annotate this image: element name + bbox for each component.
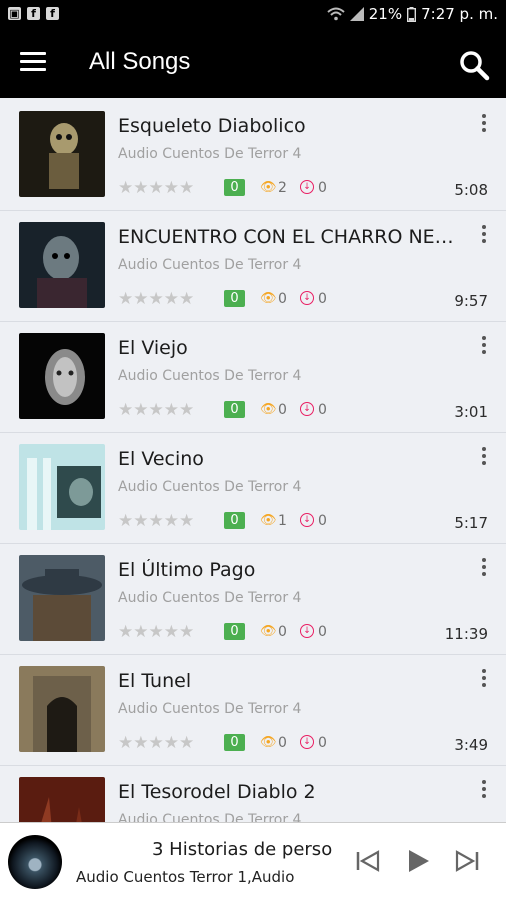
album-art-thumbnail (19, 555, 105, 641)
rating-badge: 0 (224, 512, 245, 529)
song-duration: 5:08 (454, 181, 488, 199)
rating-badge: 0 (224, 290, 245, 307)
song-title: El Tunel (118, 670, 192, 692)
rating-badge: 0 (224, 401, 245, 418)
now-playing-album: Audio Cuentos Terror 1,Audio (76, 868, 295, 886)
album-art-thumbnail (19, 777, 105, 822)
song-title: El Último Pago (118, 559, 256, 581)
rating-badge: 0 (224, 734, 245, 751)
song-album: Audio Cuentos De Terror 4 (118, 257, 302, 273)
view-count: 2 (278, 180, 287, 196)
song-row[interactable]: El Tesorodel Diablo 2 Audio Cuentos De T… (0, 766, 506, 822)
rating-badge: 0 (224, 623, 245, 640)
download-icon: ↓ (300, 402, 314, 416)
song-album: Audio Cuentos De Terror 4 (118, 701, 302, 717)
view-count: 0 (278, 624, 287, 640)
song-row[interactable]: Esqueleto Diabolico Audio Cuentos De Ter… (0, 100, 506, 211)
download-count: 0 (318, 513, 327, 529)
song-row[interactable]: El Tunel Audio Cuentos De Terror 4 ★★★★★… (0, 655, 506, 766)
download-count: 0 (318, 402, 327, 418)
song-album: Audio Cuentos De Terror 4 (118, 590, 302, 606)
album-art-thumbnail (19, 111, 105, 197)
song-row[interactable]: El Último Pago Audio Cuentos De Terror 4… (0, 544, 506, 655)
song-duration: 3:49 (454, 736, 488, 754)
status-bar: ▣ f f 21% 7:27 p. m. (0, 0, 506, 30)
more-options-icon[interactable] (482, 669, 486, 690)
star-rating[interactable]: ★★★★★ (118, 289, 194, 309)
album-art-thumbnail (19, 444, 105, 530)
download-icon: ↓ (300, 291, 314, 305)
more-options-icon[interactable] (482, 225, 486, 246)
hamburger-menu-icon[interactable] (20, 52, 46, 74)
eye-icon: 👁 (260, 180, 277, 195)
song-duration: 9:57 (454, 292, 488, 310)
battery-percent: 21% (368, 5, 403, 23)
song-row[interactable]: El Vecino Audio Cuentos De Terror 4 ★★★★… (0, 433, 506, 544)
skip-next-icon[interactable] (453, 847, 481, 875)
view-count: 0 (278, 291, 287, 307)
album-art-thumbnail (19, 333, 105, 419)
download-icon: ↓ (300, 513, 314, 527)
download-icon: ↓ (300, 624, 314, 638)
download-icon: ↓ (300, 180, 314, 194)
song-duration: 11:39 (444, 625, 488, 643)
star-rating[interactable]: ★★★★★ (118, 733, 194, 753)
song-duration: 5:17 (454, 514, 488, 532)
more-options-icon[interactable] (482, 447, 486, 468)
album-art-thumbnail (19, 666, 105, 752)
song-title: El Vecino (118, 448, 204, 470)
song-title: Esqueleto Diabolico (118, 115, 306, 137)
eye-icon: 👁 (260, 624, 277, 639)
star-rating[interactable]: ★★★★★ (118, 400, 194, 420)
eye-icon: 👁 (260, 735, 277, 750)
mini-player[interactable]: 3 Historias de perso Audio Cuentos Terro… (0, 822, 506, 901)
download-icon: ↓ (300, 735, 314, 749)
signal-icon (349, 7, 364, 21)
view-count: 0 (278, 735, 287, 751)
song-album: Audio Cuentos De Terror 4 (118, 812, 302, 822)
battery-icon (407, 6, 417, 22)
rating-badge: 0 (224, 179, 245, 196)
star-rating[interactable]: ★★★★★ (118, 622, 194, 642)
song-list[interactable]: Esqueleto Diabolico Audio Cuentos De Ter… (0, 100, 506, 822)
more-options-icon[interactable] (482, 336, 486, 357)
more-options-icon[interactable] (482, 114, 486, 135)
now-playing-art (8, 835, 62, 889)
song-row[interactable]: ENCUENTRO CON EL CHARRO NE… Audio Cuento… (0, 211, 506, 322)
play-icon[interactable] (404, 847, 432, 875)
song-title: ENCUENTRO CON EL CHARRO NE… (118, 226, 454, 248)
star-rating[interactable]: ★★★★★ (118, 178, 194, 198)
page-title: All Songs (89, 48, 191, 75)
song-row[interactable]: El Viejo Audio Cuentos De Terror 4 ★★★★★… (0, 322, 506, 433)
download-count: 0 (318, 624, 327, 640)
clock: 7:27 p. m. (421, 5, 498, 23)
view-count: 0 (278, 402, 287, 418)
song-album: Audio Cuentos De Terror 4 (118, 368, 302, 384)
album-art-thumbnail (19, 222, 105, 308)
star-rating[interactable]: ★★★★★ (118, 511, 194, 531)
song-album: Audio Cuentos De Terror 4 (118, 479, 302, 495)
song-album: Audio Cuentos De Terror 4 (118, 146, 302, 162)
eye-icon: 👁 (260, 291, 277, 306)
view-count: 1 (278, 513, 287, 529)
eye-icon: 👁 (260, 513, 277, 528)
download-count: 0 (318, 291, 327, 307)
song-title: El Viejo (118, 337, 188, 359)
wifi-icon (327, 7, 345, 21)
more-options-icon[interactable] (482, 558, 486, 579)
photo-icon: ▣ (8, 7, 21, 20)
more-options-icon[interactable] (482, 780, 486, 801)
eye-icon: 👁 (260, 402, 277, 417)
app-bar: All Songs (0, 30, 506, 98)
search-icon[interactable] (458, 49, 490, 81)
download-count: 0 (318, 180, 327, 196)
now-playing-title: 3 Historias de perso (152, 839, 332, 860)
skip-previous-icon[interactable] (354, 847, 382, 875)
song-duration: 3:01 (454, 403, 488, 421)
facebook-icon: f (46, 7, 59, 20)
song-title: El Tesorodel Diablo 2 (118, 781, 316, 803)
download-count: 0 (318, 735, 327, 751)
facebook-icon: f (27, 7, 40, 20)
